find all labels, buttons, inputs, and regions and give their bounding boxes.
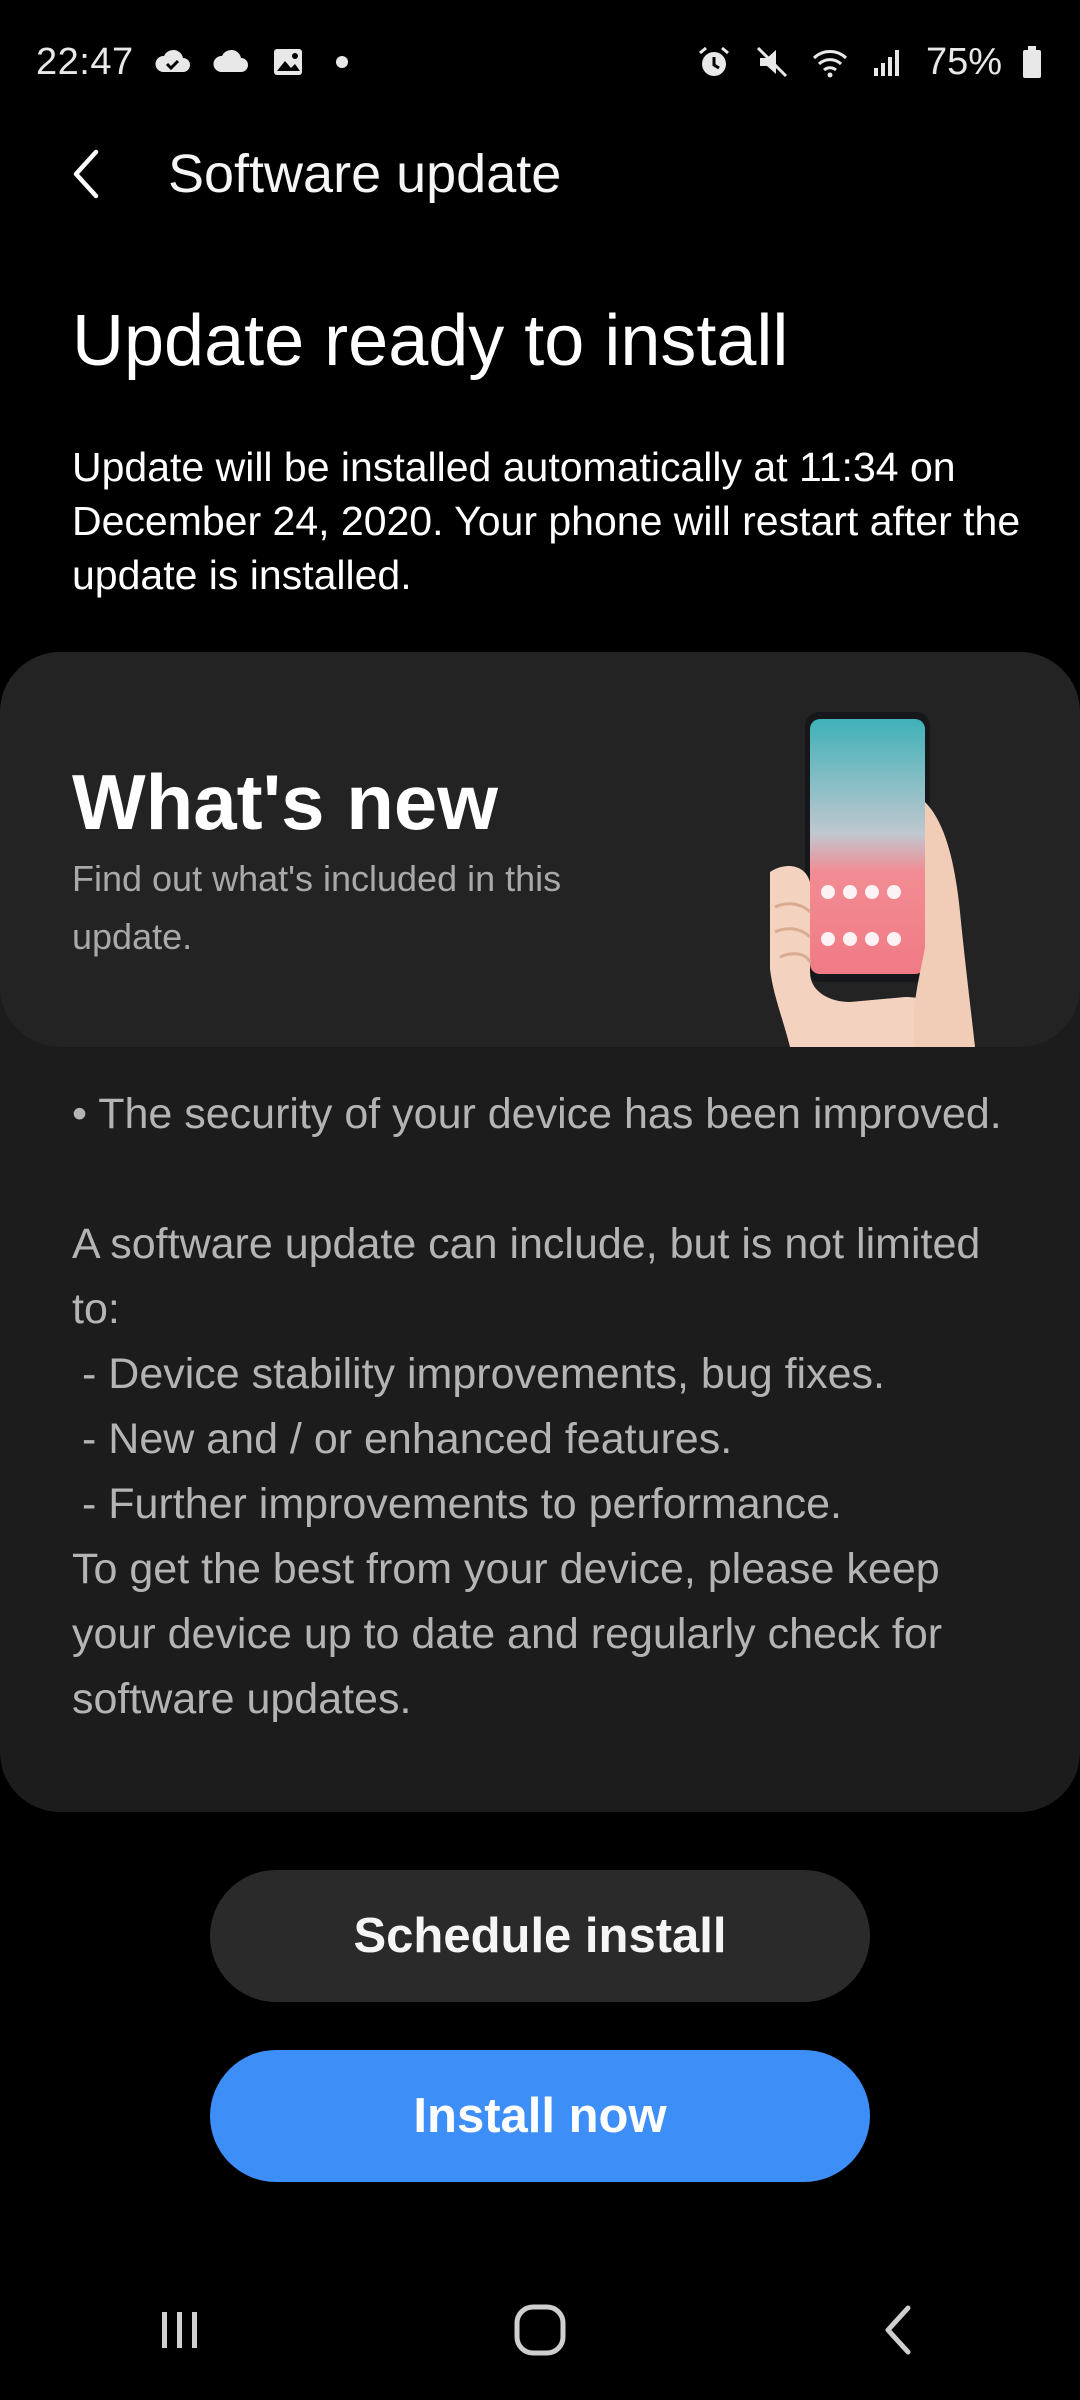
phone-in-hand-illustration — [770, 712, 975, 1047]
notes-spacer — [72, 1147, 1032, 1212]
alarm-icon — [694, 42, 734, 82]
nav-back-button[interactable] — [830, 2270, 970, 2390]
battery-icon — [1020, 42, 1044, 82]
wifi-icon — [810, 42, 850, 82]
whats-new-subtitle: Find out what's included in this update. — [72, 858, 562, 957]
release-notes-closing: To get the best from your device, please… — [72, 1545, 943, 1723]
page-title: Software update — [168, 144, 562, 204]
whats-new-title: What's new — [72, 758, 498, 846]
schedule-install-button[interactable]: Schedule install — [210, 1870, 870, 2002]
whats-new-header: What's new Find out what's included in t… — [0, 652, 1080, 1047]
release-notes-item: - Further improvements to performance. — [82, 1480, 842, 1528]
cloud-sync-icon — [152, 42, 192, 82]
image-icon — [268, 42, 308, 82]
status-left: 22:47 — [36, 41, 348, 84]
status-bar: 22:47 75% — [0, 0, 1080, 124]
release-notes-security: • The security of your device has been i… — [72, 1090, 1002, 1138]
app-bar: Software update — [0, 124, 1080, 224]
release-notes-intro: A software update can include, but is no… — [72, 1220, 981, 1333]
recents-icon — [162, 2312, 197, 2348]
system-navigation-bar — [0, 2260, 1080, 2400]
notification-dot-icon — [335, 56, 348, 68]
chevron-left-icon — [73, 149, 99, 199]
home-button[interactable] — [470, 2270, 610, 2390]
back-icon — [885, 2305, 911, 2355]
status-time: 22:47 — [36, 40, 134, 83]
update-description: Update will be installed automatically a… — [72, 444, 1021, 598]
recents-button[interactable] — [110, 2270, 250, 2390]
back-button[interactable] — [36, 124, 136, 224]
battery-percentage: 75% — [925, 40, 1002, 83]
cloud-icon — [210, 42, 250, 82]
install-now-button[interactable]: Install now — [210, 2050, 870, 2182]
release-notes-item: - Device stability improvements, bug fix… — [82, 1350, 885, 1398]
home-icon — [514, 2304, 566, 2356]
update-status-heading: Update ready to install — [72, 301, 789, 381]
status-right: 75% — [694, 41, 1044, 84]
software-update-screen: 22:47 75% Software update Update ready t… — [0, 0, 1080, 2400]
mute-icon — [752, 42, 792, 82]
release-notes: • The security of your device has been i… — [72, 1082, 1032, 1732]
release-notes-item: - New and / or enhanced features. — [82, 1415, 733, 1463]
signal-icon — [868, 42, 908, 82]
whats-new-card[interactable]: What's new Find out what's included in t… — [0, 652, 1080, 1812]
